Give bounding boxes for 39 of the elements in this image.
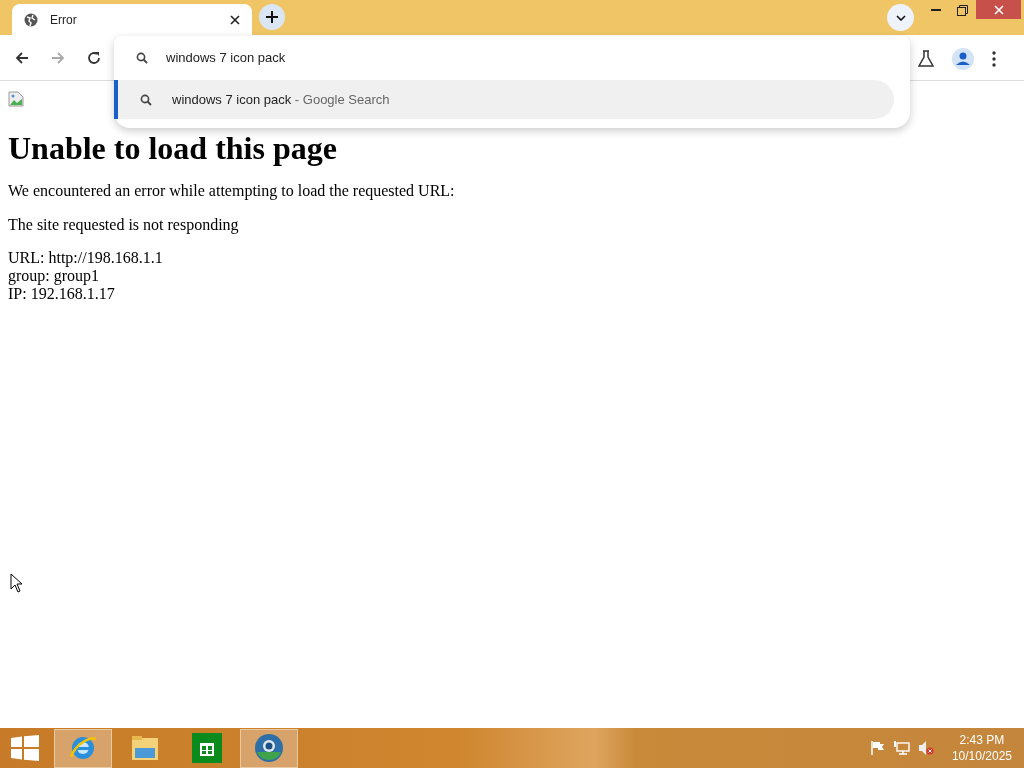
close-icon[interactable] [230, 14, 240, 25]
restore-icon [956, 4, 968, 16]
paragraph: We encountered an error while attempting to load the requested URL: [8, 181, 456, 201]
store-icon [192, 733, 222, 763]
tab-search-button[interactable] [887, 4, 914, 31]
broken-image-icon [8, 91, 24, 107]
minimize-icon [931, 8, 941, 12]
muted-speaker-icon[interactable] [917, 740, 934, 756]
globe-icon [253, 732, 285, 764]
folder-icon [130, 734, 160, 762]
taskbar-app[interactable] [54, 728, 112, 768]
suggestion-text: windows 7 icon pack - Google Search [172, 90, 390, 109]
detail-line: IP: 192.168.1.17 [8, 285, 116, 303]
page-heading: Unable to load this page [8, 129, 338, 167]
globe-icon [24, 12, 38, 27]
address-field[interactable]: windows 7 icon pack [114, 36, 910, 80]
detail-line: group: group1 [8, 267, 101, 285]
plus-icon [265, 10, 279, 24]
network-icon[interactable] [893, 740, 910, 756]
profile-icon[interactable] [952, 48, 974, 70]
flask-icon[interactable] [918, 50, 934, 68]
suggestion-item[interactable]: windows 7 icon pack - Google Search [114, 80, 894, 119]
paragraph: The site requested is not responding [8, 215, 240, 235]
chevron-down-icon [895, 14, 906, 21]
address-text: windows 7 icon pack [166, 49, 286, 68]
tab-title: Error [50, 11, 78, 29]
browser-tab[interactable]: Error [12, 4, 252, 35]
search-icon [136, 52, 148, 64]
new-tab-button[interactable] [259, 4, 285, 30]
back-icon[interactable] [14, 49, 30, 66]
taskbar-app[interactable] [240, 728, 298, 768]
flag-icon[interactable] [869, 740, 886, 756]
detail-line: URL: http://198.168.1.1 [8, 249, 164, 267]
menu-icon[interactable] [992, 51, 996, 67]
search-icon [140, 93, 152, 106]
reload-icon[interactable] [86, 49, 102, 66]
mouse-pointer-icon [10, 573, 23, 593]
windows-icon [11, 735, 39, 761]
close-icon [993, 4, 1004, 15]
